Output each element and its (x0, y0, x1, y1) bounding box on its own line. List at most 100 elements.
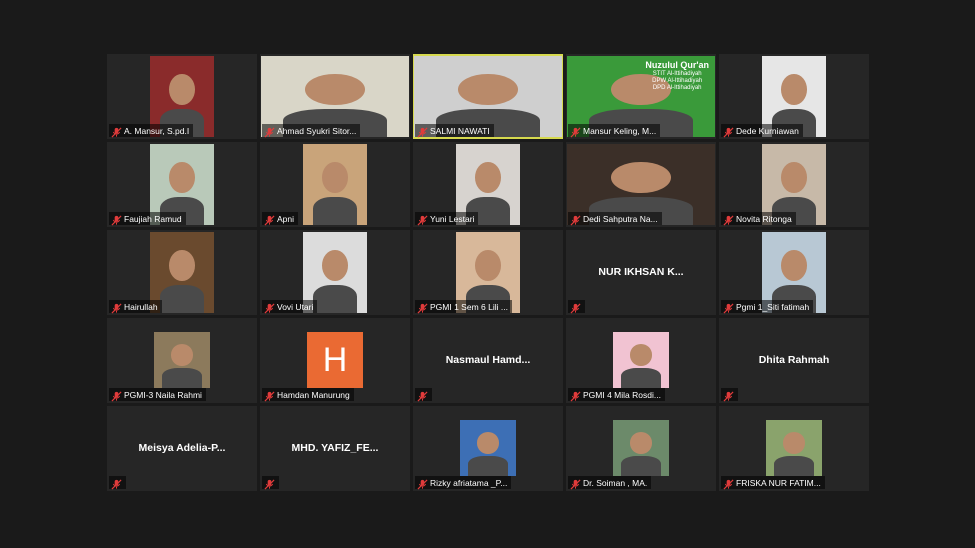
mic-muted-icon (417, 477, 428, 490)
participant-name: Dedi Sahputra Na... (583, 213, 658, 224)
participant-name-bar: Ahmad Syukri Sitor... (262, 124, 361, 138)
mic-muted-icon (111, 477, 122, 490)
profile-photo (154, 332, 210, 388)
participant-display-name: MHD. YAFIZ_FE... (291, 442, 379, 454)
mic-muted-icon (723, 477, 734, 490)
participant-face (476, 432, 500, 454)
participant-tile[interactable]: Novita Ritonga (719, 142, 869, 227)
participant-tile[interactable]: Dede Kurniawan (719, 54, 869, 139)
profile-photo (613, 332, 669, 388)
participant-face (475, 161, 501, 193)
participant-name: PGMI-3 Naila Rahmi (124, 389, 202, 400)
participant-name-bar: Dr. Soiman , MA. (568, 476, 652, 490)
mic-muted-icon (723, 213, 734, 226)
participant-tile[interactable]: Faujiah Ramud (107, 142, 257, 227)
mic-muted-icon (264, 213, 275, 226)
mic-muted-icon (111, 213, 122, 226)
participant-tile[interactable]: FRISKA NUR FATIM... (719, 406, 869, 491)
participant-name: PGMI 4 Mila Rosdi... (583, 389, 661, 400)
participant-name: Dr. Soiman , MA. (583, 477, 648, 488)
participant-video (303, 144, 367, 225)
participant-name-bar: Pgmi 1_Siti fatimah (721, 300, 814, 314)
participant-tile[interactable]: H Hamdan Manurung (260, 318, 410, 403)
participant-tile[interactable]: Hairullah (107, 230, 257, 315)
participant-tile[interactable]: Nuzulul Qur'an STIT Al-Ittihadiyah DPW Al-… (566, 54, 716, 139)
participant-tile[interactable]: Meisya Adelia-P... (107, 406, 257, 491)
participant-body (162, 368, 202, 388)
participant-tile[interactable]: MHD. YAFIZ_FE... (260, 406, 410, 491)
mic-muted-icon (570, 301, 581, 314)
participant-body (312, 196, 358, 225)
participant-tile[interactable]: Dedi Sahputra Na... (566, 142, 716, 227)
participant-body (774, 456, 814, 476)
participant-display-name: NUR IKHSAN K... (598, 266, 684, 278)
participant-face (611, 161, 671, 193)
participant-body (159, 284, 205, 313)
mic-muted-icon (570, 477, 581, 490)
participant-name: Hairullah (124, 301, 158, 312)
mic-muted-icon (570, 389, 581, 402)
participant-display-name: Nasmaul Hamd... (445, 354, 531, 366)
participant-name-bar: Dede Kurniawan (721, 124, 803, 138)
participant-face (782, 432, 806, 454)
mic-muted-icon (723, 389, 734, 402)
participant-name-bar (415, 388, 432, 402)
participant-tile[interactable]: Yuni Lestari (413, 142, 563, 227)
profile-photo (766, 420, 822, 476)
avatar-letter: H (307, 332, 363, 388)
participant-name: Novita Ritonga (736, 213, 792, 224)
participant-name: A. Mansur, S.pd.I (124, 125, 190, 136)
participant-name-bar (262, 476, 279, 490)
participant-face (781, 73, 807, 105)
participant-tile[interactable]: SALMI NAWATI (413, 54, 563, 139)
participant-name-bar: Hairullah (109, 300, 162, 314)
participant-name: Rizky afriatama _P... (430, 477, 508, 488)
participant-face (169, 249, 195, 281)
participant-tile[interactable]: Pgmi 1_Siti fatimah (719, 230, 869, 315)
participant-tile[interactable]: Rizky afriatama _P... (413, 406, 563, 491)
event-banner: Nuzulul Qur'an STIT Al-Ittihadiyah DPW Al-… (645, 60, 709, 92)
participant-name-bar: Hamdan Manurung (262, 388, 354, 402)
participant-tile[interactable]: Dr. Soiman , MA. (566, 406, 716, 491)
participant-name-bar (721, 388, 738, 402)
participant-name: Apni (277, 213, 295, 224)
participant-name: Pgmi 1_Siti fatimah (736, 301, 810, 312)
participant-tile[interactable]: Dhita Rahmah (719, 318, 869, 403)
participant-face (169, 73, 195, 105)
profile-photo (460, 420, 516, 476)
mic-muted-icon (417, 125, 428, 138)
participant-face (169, 161, 195, 193)
mic-muted-icon (723, 125, 734, 138)
participant-name: Vovi Utari (277, 301, 314, 312)
participant-tile[interactable]: PGMI 4 Mila Rosdi... (566, 318, 716, 403)
participant-name-bar (109, 476, 126, 490)
mic-muted-icon (723, 301, 734, 314)
banner-title: Nuzulul Qur'an (645, 60, 709, 70)
participant-name-bar: Mansur Keling, M... (568, 124, 661, 138)
mic-muted-icon (264, 125, 275, 138)
participant-name: Hamdan Manurung (277, 389, 350, 400)
mic-muted-icon (417, 213, 428, 226)
participant-tile[interactable]: Nasmaul Hamd... (413, 318, 563, 403)
participant-tile[interactable]: Ahmad Syukri Sitor... (260, 54, 410, 139)
participant-name: PGMI 1 Sem 6 Lili ... (430, 301, 508, 312)
gallery-view: A. Mansur, S.pd.I Ahmad Syukri Sitor... SA… (107, 54, 869, 492)
mic-muted-icon (570, 213, 581, 226)
participant-name-bar: Apni (262, 212, 299, 226)
participant-tile[interactable]: Apni (260, 142, 410, 227)
participant-tile[interactable]: A. Mansur, S.pd.I (107, 54, 257, 139)
participant-tile[interactable]: PGMI-3 Naila Rahmi (107, 318, 257, 403)
participant-name-bar: PGMI-3 Naila Rahmi (109, 388, 206, 402)
participant-body (621, 456, 661, 476)
mic-muted-icon (111, 389, 122, 402)
participant-tile[interactable]: PGMI 1 Sem 6 Lili ... (413, 230, 563, 315)
mic-muted-icon (417, 389, 428, 402)
participant-name-bar: A. Mansur, S.pd.I (109, 124, 194, 138)
participant-display-name: Dhita Rahmah (758, 354, 830, 366)
participant-body (312, 284, 358, 313)
participant-name-bar: Rizky afriatama _P... (415, 476, 512, 490)
mic-muted-icon (264, 389, 275, 402)
participant-tile[interactable]: NUR IKHSAN K... (566, 230, 716, 315)
participant-face (170, 344, 194, 366)
participant-tile[interactable]: Vovi Utari (260, 230, 410, 315)
